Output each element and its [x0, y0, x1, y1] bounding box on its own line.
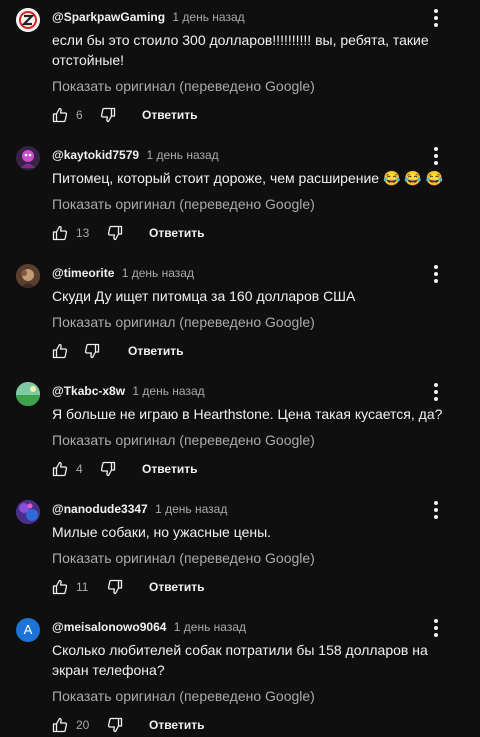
- like-count: 13: [76, 226, 90, 240]
- comment-header: @nanodude3347 1 день назад: [52, 501, 227, 517]
- author-name[interactable]: @SparkpawGaming: [52, 10, 165, 24]
- comment-actions: 13 Ответить: [52, 221, 352, 245]
- more-actions-icon[interactable]: [424, 144, 448, 168]
- comment-text: если бы это стоило 300 долларов!!!!!!!!!…: [52, 32, 429, 68]
- avatar[interactable]: [16, 382, 40, 406]
- reply-button[interactable]: Ответить: [149, 717, 204, 733]
- dislike-icon[interactable]: [107, 717, 123, 733]
- comment-text: Я больше не играю в Hearthstone. Цена та…: [52, 406, 443, 422]
- show-original-link[interactable]: Показать оригинал (переведено Google): [52, 548, 315, 568]
- like-count: 20: [76, 718, 90, 732]
- avatar[interactable]: A: [16, 618, 40, 642]
- dislike-icon[interactable]: [100, 461, 116, 477]
- timestamp[interactable]: 1 день назад: [132, 384, 204, 398]
- comment-text: Милые собаки, но ужасные цены.: [52, 524, 272, 540]
- comment-header: @SparkpawGaming 1 день назад: [52, 9, 245, 25]
- show-original-link[interactable]: Показать оригинал (переведено Google): [52, 686, 315, 706]
- like-icon[interactable]: [52, 107, 68, 123]
- dislike-icon[interactable]: [107, 225, 123, 241]
- kaytokid-avatar-icon: [16, 146, 40, 170]
- author-name[interactable]: @timeorite: [52, 266, 114, 280]
- timeorite-avatar-icon: [16, 264, 40, 288]
- comment-actions: 20 Ответить: [52, 713, 352, 737]
- sparkpaw-logo-icon: [16, 8, 40, 32]
- comment-actions: 11 Ответить: [52, 575, 352, 599]
- more-actions-icon[interactable]: [424, 616, 448, 640]
- nanodude-avatar-icon: [16, 500, 40, 524]
- timestamp[interactable]: 1 день назад: [155, 502, 227, 516]
- comment-header: @kaytokid7579 1 день назад: [52, 147, 219, 163]
- avatar[interactable]: [16, 8, 40, 32]
- comment-actions: 4 Ответить: [52, 457, 352, 481]
- author-name[interactable]: @Tkabc-x8w: [52, 384, 125, 398]
- comment-header: @timeorite 1 день назад: [52, 265, 194, 281]
- dislike-icon[interactable]: [100, 107, 116, 123]
- reply-button[interactable]: Ответить: [128, 343, 183, 359]
- comment-text: Питомец, который стоит дороже, чем расши…: [52, 170, 444, 186]
- comment-header: @meisalonowo9064 1 день назад: [52, 619, 246, 635]
- comment-text: Сколько любителей собак потратили бы 158…: [52, 642, 428, 678]
- like-icon[interactable]: [52, 343, 68, 359]
- comment-header: @Tkabc-x8w 1 день назад: [52, 383, 205, 399]
- comment-actions: 6 Ответить: [52, 103, 352, 127]
- timestamp[interactable]: 1 день назад: [174, 620, 246, 634]
- comment-actions: Ответить: [52, 339, 352, 363]
- avatar[interactable]: [16, 146, 40, 170]
- like-icon[interactable]: [52, 717, 68, 733]
- avatar[interactable]: [16, 264, 40, 288]
- timestamp[interactable]: 1 день назад: [172, 10, 244, 24]
- show-original-link[interactable]: Показать оригинал (переведено Google): [52, 194, 315, 214]
- show-original-link[interactable]: Показать оригинал (переведено Google): [52, 312, 315, 332]
- avatar[interactable]: [16, 500, 40, 524]
- reply-button[interactable]: Ответить: [149, 225, 204, 241]
- more-actions-icon[interactable]: [424, 6, 448, 30]
- tkabc-avatar-icon: [16, 382, 40, 406]
- like-count: 11: [76, 580, 89, 594]
- more-actions-icon[interactable]: [424, 380, 448, 404]
- like-icon[interactable]: [52, 579, 68, 595]
- more-actions-icon[interactable]: [424, 262, 448, 286]
- more-actions-icon[interactable]: [424, 498, 448, 522]
- avatar-letter: A: [23, 622, 33, 637]
- show-original-link[interactable]: Показать оригинал (переведено Google): [52, 430, 315, 450]
- author-name[interactable]: @kaytokid7579: [52, 148, 139, 162]
- like-icon[interactable]: [52, 461, 68, 477]
- reply-button[interactable]: Ответить: [142, 107, 197, 123]
- timestamp[interactable]: 1 день назад: [122, 266, 194, 280]
- like-icon[interactable]: [52, 225, 68, 241]
- show-original-link[interactable]: Показать оригинал (переведено Google): [52, 76, 315, 96]
- dislike-icon[interactable]: [107, 579, 123, 595]
- author-name[interactable]: @nanodude3347: [52, 502, 148, 516]
- comment-text: Скуди Ду ищет питомца за 160 долларов СШ…: [52, 288, 356, 304]
- reply-button[interactable]: Ответить: [149, 579, 204, 595]
- like-count: 6: [76, 108, 83, 122]
- like-count: 4: [76, 462, 83, 476]
- dislike-icon[interactable]: [84, 343, 100, 359]
- timestamp[interactable]: 1 день назад: [146, 148, 218, 162]
- reply-button[interactable]: Ответить: [142, 461, 197, 477]
- author-name[interactable]: @meisalonowo9064: [52, 620, 166, 634]
